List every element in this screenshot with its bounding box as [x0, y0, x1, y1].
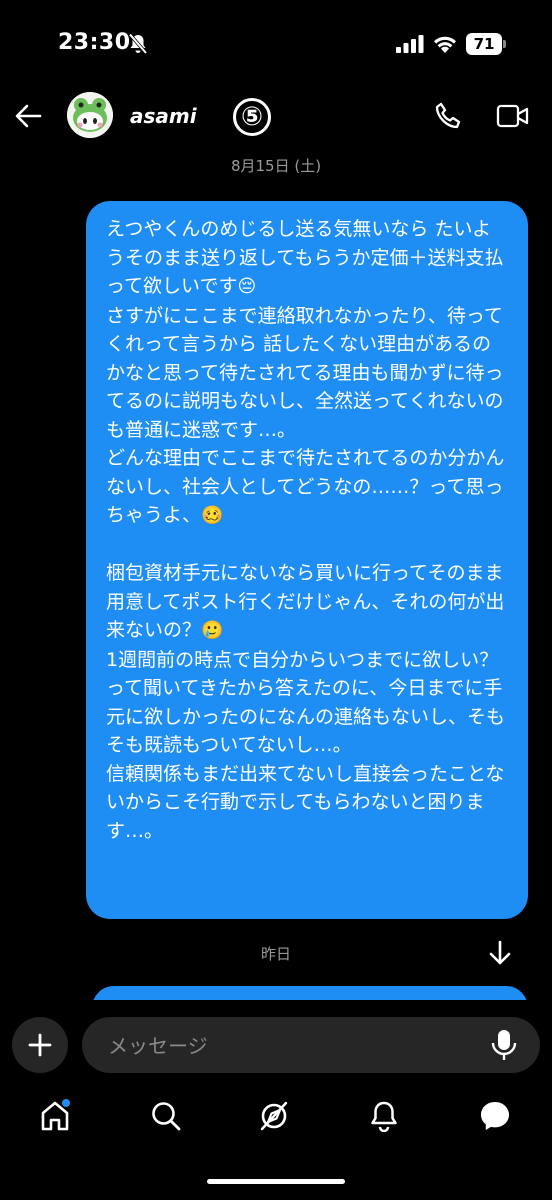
bell-slash-icon [128, 33, 148, 55]
notifications-icon[interactable] [369, 1100, 399, 1132]
date-separator: 8月15日 (土) [230, 157, 322, 175]
add-button[interactable] [12, 1017, 68, 1073]
message-paragraph: さすがにここまで連絡取れなかったり、待ってくれって言うから 話したくない理由があ… [106, 304, 504, 441]
frog-avatar-icon [67, 92, 113, 138]
avatar[interactable] [67, 92, 113, 138]
message-paragraph: どんな理由でここまで待たされてるのか分かんないし、社会人としてどうなの……？って… [106, 444, 510, 531]
message-paragraph: 1週間前の時点で自分からいつまでに欲しい？って聞いてきたから答えたのに、今日まで… [106, 648, 506, 757]
search-icon[interactable] [150, 1100, 182, 1132]
back-arrow-icon[interactable] [14, 103, 42, 129]
status-time: 23:30 [58, 30, 131, 55]
plus-icon [28, 1033, 52, 1057]
battery-tip [503, 40, 506, 48]
messages-icon[interactable] [478, 1100, 512, 1132]
sticker-number-badge: ⑤ [233, 98, 271, 136]
message-text: どんな理由でここまで待たされてるのか分かんないし、社会人としてどうなの……？って… [106, 447, 505, 526]
message-bubble[interactable]: えつやくんのめじるし送る気無いなら たいようそのまま送り返してもらうか定価＋送料… [86, 201, 528, 919]
phone-icon[interactable] [433, 101, 463, 131]
woozy-emoji: 🥴 [201, 505, 224, 526]
date-separator: 昨日 [260, 945, 291, 963]
tearful-smile-emoji: 🥲 [201, 620, 224, 641]
wifi-icon [434, 36, 456, 53]
video-call-icon[interactable] [496, 102, 530, 130]
explore-icon[interactable] [258, 1100, 290, 1132]
message-paragraph: 信頼関係もまだ出来てないし直接会ったことないからこそ行動で示してもらわないと困り… [106, 762, 505, 842]
message-text: えつやくんのめじるし送る気無いなら たいようそのまま送り返してもらうか定価＋送料… [106, 218, 504, 297]
home-indicator [207, 1179, 345, 1184]
microphone-icon[interactable] [490, 1028, 518, 1062]
pensive-emoji: 😔 [237, 276, 257, 297]
username[interactable]: asami [130, 104, 197, 128]
message-paragraph: えつやくんのめじるし送る気無いなら たいようそのまま送り返してもらうか定価＋送料… [106, 215, 510, 302]
battery-icon: 71 [466, 33, 502, 55]
battery-level: 71 [473, 35, 495, 53]
signal-icon [396, 35, 424, 53]
notification-dot [62, 1099, 70, 1107]
scroll-down-arrow-icon[interactable] [488, 940, 512, 966]
message-input[interactable] [106, 1017, 490, 1075]
message-paragraph: 梱包資材手元にないなら買いに行ってそのまま用意してポスト行くだけじゃん、それの何… [106, 559, 510, 646]
message-input-field[interactable] [82, 1017, 540, 1075]
message-text: 梱包資材手元にないなら買いに行ってそのまま用意してポスト行くだけじゃん、それの何… [106, 562, 505, 641]
